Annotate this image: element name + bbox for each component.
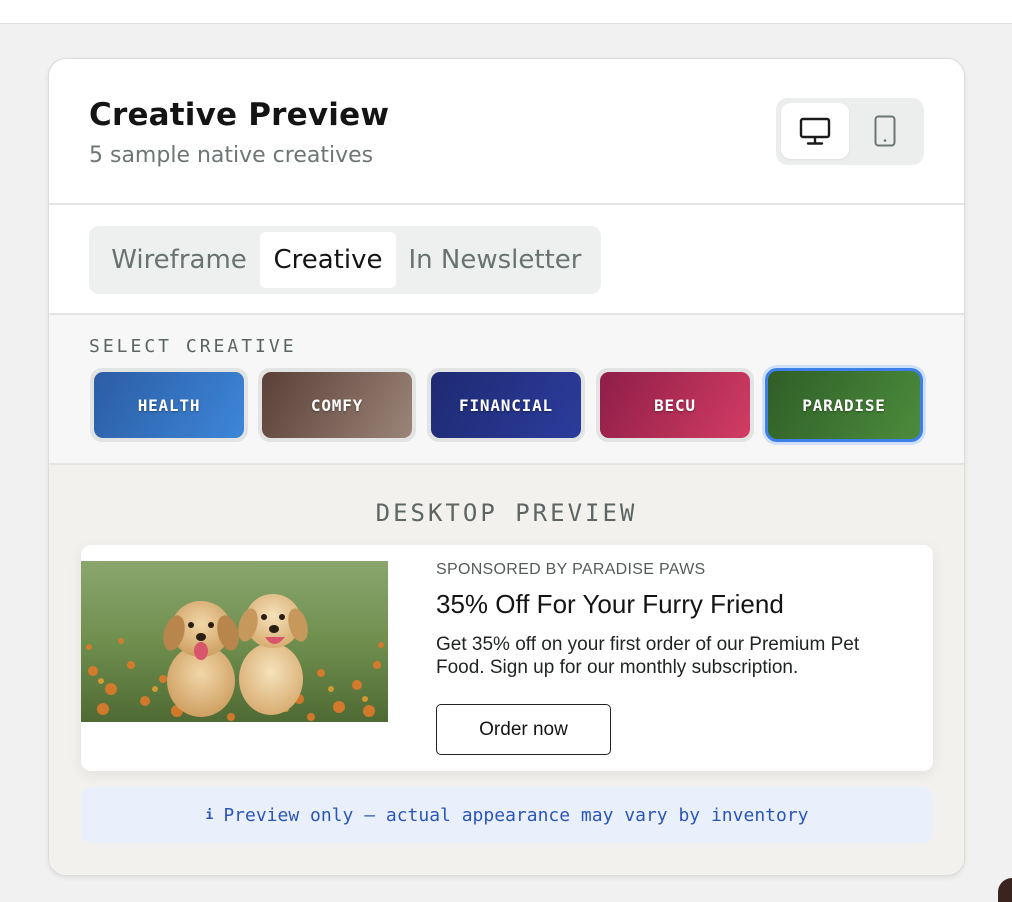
panel-title: Creative Preview [89,97,390,133]
corner-decoration [998,878,1012,902]
order-now-button[interactable]: Order now [436,704,611,755]
info-icon: i [205,807,214,823]
mobile-icon [874,115,896,147]
tab-wireframe[interactable]: Wireframe [101,232,257,288]
creative-option-label: PARADISE [768,371,920,439]
creative-option-label: BECU [600,372,750,438]
tab-in-newsletter[interactable]: In Newsletter [399,232,591,288]
sponsor-text: SPONSORED BY PARADISE PAWS [436,561,706,578]
view-tabs-row: Wireframe Creative In Newsletter [49,205,964,315]
puppies-photo [81,561,388,722]
creative-option-label: FINANCIAL [431,372,581,438]
creative-selector: SELECT CREATIVE HEALTH COMFY FINANCIAL B… [49,315,964,465]
creative-option-financial[interactable]: FINANCIAL [427,368,585,442]
preview-area: DESKTOP PREVIEW SPONSORED BY PARADISE PA… [49,465,964,875]
creative-option-becu[interactable]: BECU [596,368,754,442]
desktop-view-button[interactable] [781,103,849,159]
native-ad-card: SPONSORED BY PARADISE PAWS 35% Off For Y… [81,545,933,771]
ad-headline: 35% Off For Your Furry Friend [436,589,784,619]
disclaimer-text: Preview only — actual appearance may var… [223,804,809,826]
creative-preview-panel: Creative Preview 5 sample native creativ… [48,58,965,876]
creative-option-comfy[interactable]: COMFY [258,368,416,442]
view-tabs: Wireframe Creative In Newsletter [89,226,601,294]
ad-body: Get 35% off on your first order of our P… [436,634,860,678]
creative-option-paradise[interactable]: PARADISE [765,368,923,442]
creative-option-health[interactable]: HEALTH [90,368,248,442]
creative-option-label: COMFY [262,372,412,438]
panel-subtitle: 5 sample native creatives [89,143,374,168]
desktop-preview-label: DESKTOP PREVIEW [375,499,638,527]
panel-header: Creative Preview 5 sample native creativ… [49,59,964,205]
desktop-icon [799,117,831,145]
preview-disclaimer: i Preview only — actual appearance may v… [81,787,933,843]
creative-option-label: HEALTH [94,372,244,438]
top-bar [0,0,1012,24]
mobile-view-button[interactable] [851,103,919,159]
device-toggle [776,98,924,165]
select-creative-label: SELECT CREATIVE [89,336,297,357]
tab-creative[interactable]: Creative [260,232,396,288]
